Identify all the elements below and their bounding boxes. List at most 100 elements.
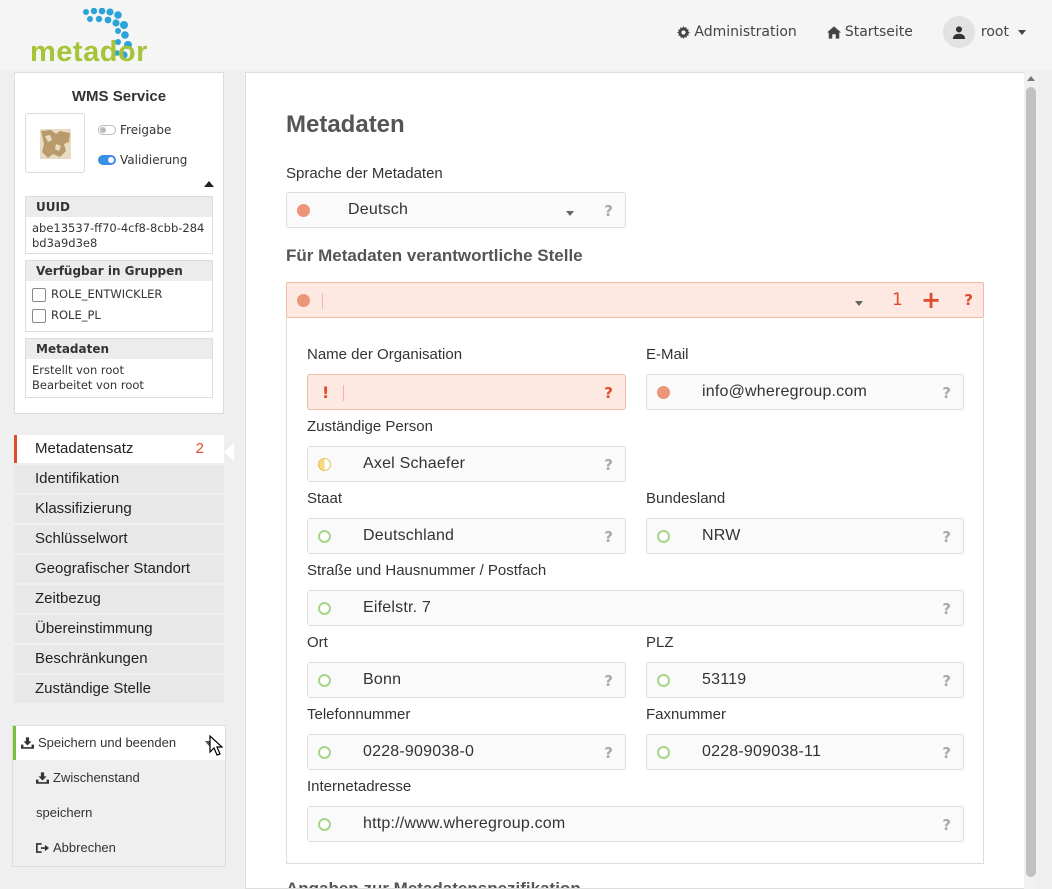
phone-value: 0228-909038-0 — [363, 743, 475, 760]
help-icon[interactable]: ? — [942, 384, 951, 402]
responsible-group-header[interactable]: 1 + ? — [286, 282, 984, 318]
sidebar-item-geografischer-standort[interactable]: Geografischer Standort — [14, 555, 224, 583]
help-icon[interactable]: ? — [942, 600, 951, 618]
checkbox[interactable] — [32, 287, 46, 302]
collapse-up-icon[interactable] — [204, 181, 214, 187]
web-label: Internetadresse — [307, 778, 412, 795]
responsible-section-title: Für Metadaten verantwortliche Stelle — [286, 246, 583, 265]
person-label: Zuständige Person — [307, 418, 433, 435]
help-icon[interactable]: ? — [942, 528, 951, 546]
sidebar-item-zustaendige-stelle[interactable]: Zuständige Stelle — [14, 675, 224, 703]
street-input[interactable]: Eifelstr. 7 ? — [307, 590, 964, 626]
sidebar-item-label: Geografischer Standort — [35, 560, 191, 577]
fax-label: Faxnummer — [646, 706, 727, 723]
download-icon — [36, 771, 49, 784]
groups-box: Verfügbar in Gruppen ROLE_ENTWICKLER ROL… — [25, 260, 213, 332]
status-dot — [657, 386, 670, 399]
sidebar-item-label: Schlüsselwort — [35, 530, 128, 547]
status-dot — [318, 674, 331, 687]
sidebar-item-metadatensatz[interactable]: Metadatensatz 2 — [14, 435, 224, 463]
language-label: Sprache der Metadaten — [286, 165, 443, 182]
uuid-value: abe13537-ff70-4cf8-8cbb-284bd3a9d3e8 — [32, 221, 205, 250]
sidebar-item-label: Identifikation — [35, 470, 120, 487]
org-input[interactable]: ! ? — [307, 374, 626, 410]
scrollbar[interactable] — [1024, 72, 1038, 889]
zip-label: PLZ — [646, 634, 674, 651]
save-draft-item[interactable]: Zwischenstand — [36, 770, 140, 785]
help-icon[interactable]: ? — [604, 456, 613, 474]
sidebar-item-uebereinstimmung[interactable]: Übereinstimmung — [14, 615, 224, 643]
help-icon[interactable]: ? — [942, 672, 951, 690]
web-value: http://www.wheregroup.com — [363, 815, 566, 832]
help-icon[interactable]: ? — [604, 672, 613, 690]
zip-input[interactable]: 53119 ? — [646, 662, 964, 698]
sidebar-item-zeitbezug[interactable]: Zeitbezug — [14, 585, 224, 613]
sidebar-item-identifikation[interactable]: Identifikation — [14, 465, 224, 493]
responsible-group-body: Name der Organisation ! ? E-Mail info@wh… — [286, 318, 984, 864]
nav-startseite[interactable]: Startseite — [826, 24, 913, 40]
scroll-thumb[interactable] — [1026, 87, 1036, 877]
save-draft-label: Zwischenstand — [53, 770, 140, 785]
help-icon[interactable]: ? — [942, 816, 951, 834]
web-input[interactable]: http://www.wheregroup.com ? — [307, 806, 964, 842]
uuid-box: UUID abe13537-ff70-4cf8-8cbb-284bd3a9d3e… — [25, 196, 213, 254]
help-icon[interactable]: ? — [604, 744, 613, 762]
help-icon[interactable]: ? — [964, 291, 973, 309]
org-label: Name der Organisation — [307, 346, 463, 363]
status-dot — [657, 530, 670, 543]
help-icon[interactable]: ? — [604, 528, 613, 546]
user-name: root — [980, 24, 1009, 40]
status-dot — [657, 746, 670, 759]
cancel-item[interactable]: Abbrechen — [36, 840, 116, 855]
save-draft-item-cont[interactable]: speichern — [36, 805, 92, 820]
error-icon: ! — [322, 383, 330, 402]
country-input[interactable]: Deutschland ? — [307, 518, 626, 554]
metadata-box: Metadaten Erstellt von root Bearbeitet v… — [25, 338, 213, 398]
next-section-title: Angaben zur Metadatenspezifikation — [286, 879, 581, 889]
email-input[interactable]: info@wheregroup.com ? — [646, 374, 964, 410]
add-icon[interactable]: + — [921, 288, 941, 312]
sidebar-item-beschraenkungen[interactable]: Beschränkungen — [14, 645, 224, 673]
logo-text: metador — [30, 36, 148, 68]
language-select[interactable]: Deutsch ? — [286, 192, 626, 228]
status-dot — [318, 818, 331, 831]
help-icon[interactable]: ? — [604, 384, 613, 402]
nav-administration[interactable]: Administration — [677, 24, 797, 40]
state-input[interactable]: NRW ? — [646, 518, 964, 554]
entry-count: 1 — [892, 290, 903, 310]
phone-input[interactable]: 0228-909038-0 ? — [307, 734, 626, 770]
email-value: info@wheregroup.com — [702, 383, 868, 400]
chevron-down-icon — [566, 211, 574, 216]
metador-logo[interactable]: metador — [30, 8, 155, 68]
home-icon — [826, 25, 841, 39]
status-dot — [297, 294, 310, 307]
freigabe-switch[interactable] — [98, 125, 116, 135]
fax-input[interactable]: 0228-909038-11 ? — [646, 734, 964, 770]
sidebar-item-label: Zuständige Stelle — [35, 680, 151, 697]
group-role-pl[interactable]: ROLE_PL — [32, 305, 206, 326]
sidebar-item-label: Klassifizierung — [35, 500, 132, 517]
save-and-close-label: Speichern und beenden — [38, 735, 177, 750]
avatar — [942, 16, 975, 48]
person-input[interactable]: Axel Schaefer ? — [307, 446, 626, 482]
save-and-close-button[interactable]: Speichern und beenden — [13, 726, 225, 760]
created-by: Erstellt von root — [32, 363, 124, 377]
group-role-entwickler[interactable]: ROLE_ENTWICKLER — [32, 284, 206, 305]
sidebar-item-klassifizierung[interactable]: Klassifizierung — [14, 495, 224, 523]
save-menu: Speichern und beenden Zwischenstand spei… — [12, 725, 226, 867]
toggle-validierung[interactable]: Validierung — [98, 153, 187, 167]
checkbox[interactable] — [32, 308, 46, 323]
download-icon — [21, 737, 34, 749]
state-value: NRW — [702, 527, 741, 544]
city-input[interactable]: Bonn ? — [307, 662, 626, 698]
user-menu[interactable]: root — [942, 16, 1026, 48]
validierung-switch[interactable] — [98, 155, 116, 165]
zip-value: 53119 — [702, 671, 747, 688]
toggle-freigabe[interactable]: Freigabe — [98, 123, 171, 137]
help-icon[interactable]: ? — [942, 744, 951, 762]
scroll-up-icon[interactable] — [1027, 76, 1035, 81]
help-icon[interactable]: ? — [604, 202, 613, 220]
chevron-down-icon[interactable] — [855, 301, 863, 306]
sidebar-item-schluesselwort[interactable]: Schlüsselwort — [14, 525, 224, 553]
sidebar-item-label: Übereinstimmung — [35, 620, 153, 637]
